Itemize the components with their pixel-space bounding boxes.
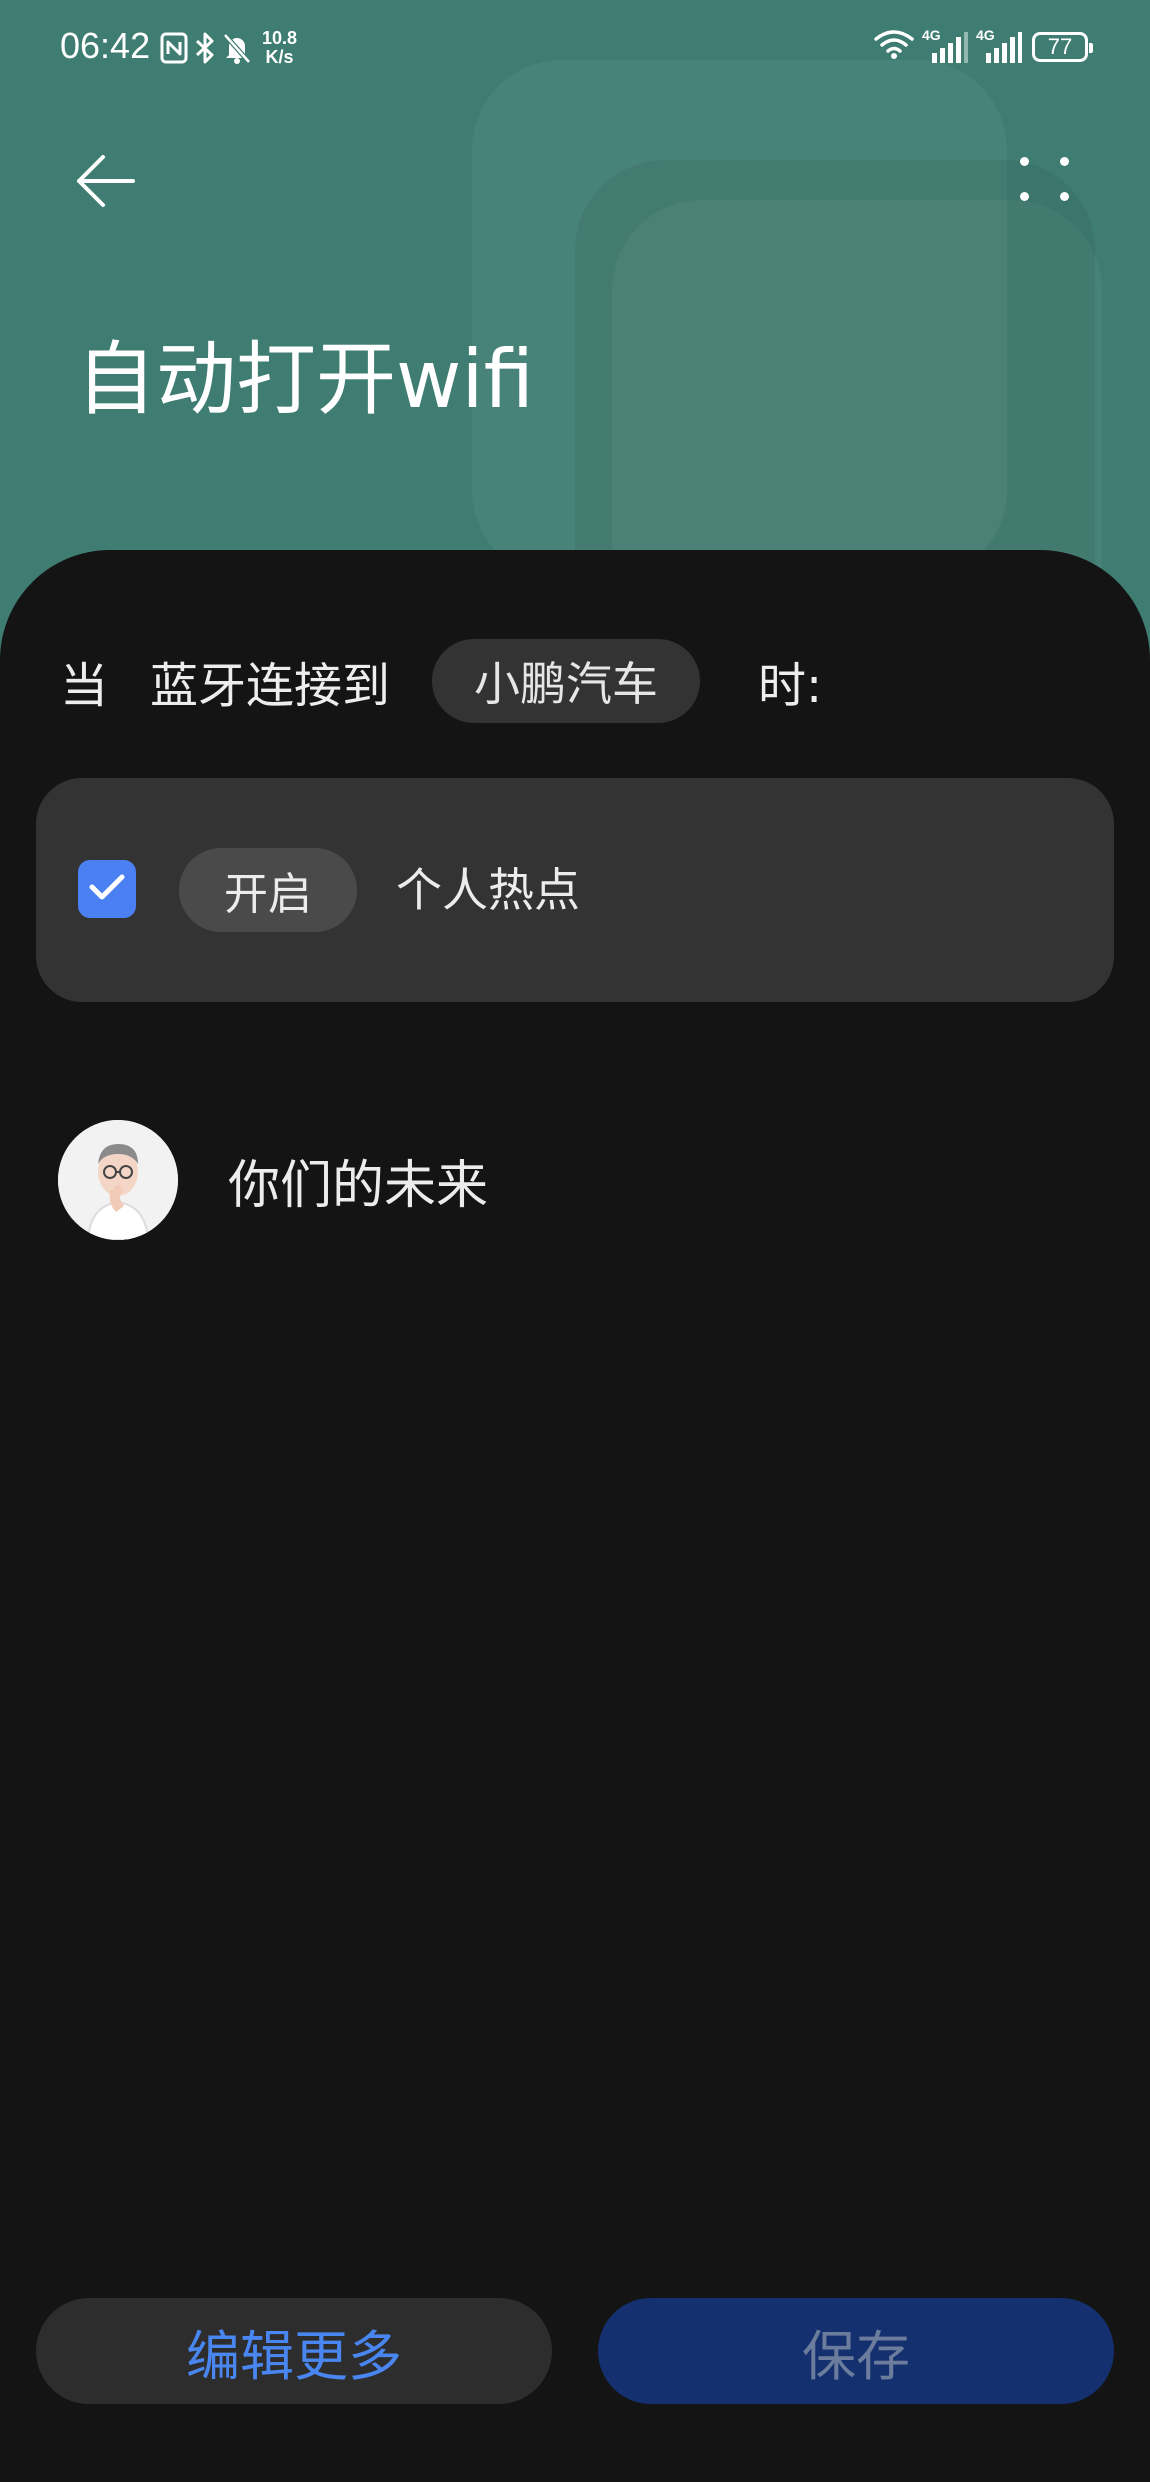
condition-row: 当 蓝牙连接到 小鹏汽车 时: [60, 638, 822, 724]
signal-icon: 4G [976, 27, 1022, 63]
condition-when-label: 当 [60, 658, 109, 714]
profile-name: 你们的未来 [228, 1155, 489, 1216]
action-verb-chip[interactable]: 开启 [179, 848, 357, 932]
status-time: 06:42 [60, 25, 151, 66]
back-arrow-icon [73, 153, 137, 213]
action-checkbox[interactable] [78, 860, 136, 918]
more-dots-icon [1020, 192, 1029, 201]
avatar [58, 1120, 178, 1240]
edit-more-button[interactable]: 编辑更多 [36, 2298, 552, 2404]
net-speed: 10.8 K/s [262, 29, 297, 67]
back-button[interactable] [62, 140, 148, 226]
more-dots-icon [1060, 157, 1069, 166]
nfc-icon [160, 32, 188, 64]
signal-icon: 4G [922, 27, 968, 63]
signal-label: 4G [922, 27, 941, 43]
checkmark-icon [88, 872, 126, 906]
bluetooth-icon [194, 31, 216, 65]
action-target[interactable]: 个人热点 [396, 860, 580, 920]
battery-icon: 77 [1032, 32, 1093, 62]
more-options-button[interactable] [1010, 150, 1074, 214]
mute-bell-icon [222, 32, 252, 64]
condition-trigger[interactable]: 蓝牙连接到 [150, 646, 390, 716]
net-speed-unit: K/s [265, 47, 294, 67]
profile-row[interactable]: 你们的未来 [58, 1120, 488, 1240]
save-button[interactable]: 保存 [598, 2298, 1114, 2404]
more-dots-icon [1060, 192, 1069, 201]
net-speed-value: 10.8 [262, 28, 298, 48]
more-dots-icon [1020, 157, 1029, 166]
status-bar: 06:42 10.8 K/s 4G 4G 77 [0, 0, 1150, 90]
page-title: 自动打开wifi [76, 333, 535, 426]
device-chip[interactable]: 小鹏汽车 [432, 639, 701, 723]
signal-label: 4G [976, 27, 995, 43]
app-screen: 06:42 10.8 K/s 4G 4G 77 自动打开wifi 当 蓝牙连接到… [0, 0, 1150, 2482]
wifi-icon [874, 29, 914, 65]
condition-suffix: 时: [758, 658, 823, 714]
status-icons-left: 10.8 K/s [160, 28, 297, 68]
action-card: 开启 个人热点 [36, 778, 1114, 1002]
status-icons-right: 4G 4G 77 [874, 26, 1093, 68]
